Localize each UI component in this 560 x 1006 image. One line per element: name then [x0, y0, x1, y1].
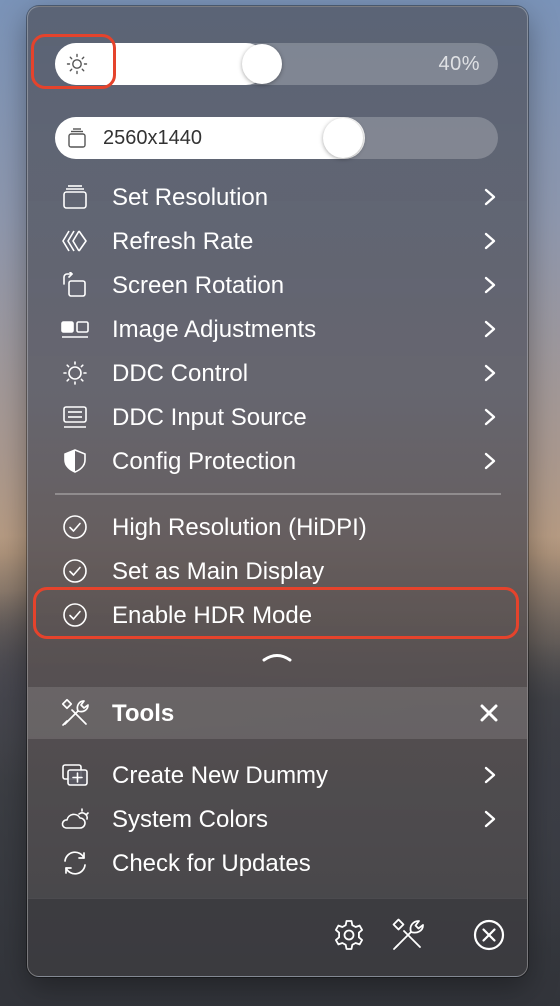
quit-icon[interactable] — [471, 917, 507, 953]
chevron-right-icon — [484, 276, 496, 294]
toggle-label: Set as Main Display — [112, 558, 325, 585]
tools-icon — [61, 698, 89, 726]
shield-icon — [64, 449, 86, 473]
image-adjust-icon — [61, 321, 89, 338]
tools-title: Tools — [112, 700, 175, 727]
gear-icon[interactable] — [331, 917, 367, 953]
input-source-icon — [63, 406, 87, 428]
refresh-icon — [64, 851, 86, 875]
display-stack-icon — [63, 185, 87, 209]
chevron-up-icon[interactable] — [261, 649, 293, 663]
brightness-percent: 40% — [438, 53, 480, 75]
menu-divider — [55, 493, 501, 495]
tools-icon[interactable] — [390, 917, 426, 953]
resolution-knob[interactable] — [323, 118, 363, 158]
chevron-right-icon — [484, 364, 496, 382]
menu-item-label: DDC Input Source — [112, 404, 307, 431]
check-circle-icon — [63, 559, 87, 583]
menu-item-label: System Colors — [112, 806, 269, 833]
menu-item-screen-rotation[interactable]: Screen Rotation — [28, 263, 527, 307]
sun-icon — [66, 53, 88, 75]
resolution-value: 2560x1440 — [103, 127, 202, 149]
display-menu-panel: 40% 2560x1440 Set Resolution Refresh Rat… — [27, 6, 528, 977]
ddc-sun-icon — [63, 361, 87, 385]
tools-section-header: Tools — [28, 687, 527, 739]
close-icon[interactable] — [480, 704, 498, 722]
menu-item-system-colors[interactable]: System Colors — [28, 797, 527, 841]
menu-item-label: Screen Rotation — [112, 272, 285, 299]
menu-item-ddc-control[interactable]: DDC Control — [28, 351, 527, 395]
resolution-slider[interactable]: 2560x1440 — [55, 117, 498, 159]
check-circle-icon — [63, 515, 87, 539]
rotation-icon — [63, 272, 86, 297]
toggle-label: High Resolution (HiDPI) — [112, 514, 367, 541]
chevron-right-icon — [484, 408, 496, 426]
toggle-label: Enable HDR Mode — [112, 602, 313, 629]
menu-item-label: Refresh Rate — [112, 228, 254, 255]
chevron-right-icon — [484, 232, 496, 250]
brightness-slider[interactable]: 40% — [55, 43, 498, 85]
cloud-sun-icon — [61, 808, 89, 829]
menu-item-refresh-rate[interactable]: Refresh Rate — [28, 219, 527, 263]
toggle-main-display[interactable]: Set as Main Display — [28, 549, 527, 593]
menu-item-set-resolution[interactable]: Set Resolution — [28, 175, 527, 219]
chevron-right-icon — [484, 188, 496, 206]
menu-item-config-protection[interactable]: Config Protection — [28, 439, 527, 483]
display-stack-icon — [68, 128, 86, 148]
menu-item-label: Config Protection — [112, 448, 297, 475]
menu-item-label: DDC Control — [112, 360, 249, 387]
menu-item-label: Create New Dummy — [112, 762, 329, 789]
menu-item-label: Image Adjustments — [112, 316, 317, 343]
refresh-rate-icon — [62, 230, 87, 252]
chevron-right-icon — [484, 452, 496, 470]
footer-toolbar — [28, 898, 527, 976]
resolution-fill — [55, 117, 365, 159]
chevron-right-icon — [484, 320, 496, 338]
menu-item-label: Set Resolution — [112, 184, 269, 211]
add-display-icon — [62, 764, 88, 786]
menu-item-check-for-updates[interactable]: Check for Updates — [28, 841, 527, 885]
menu-item-ddc-input-source[interactable]: DDC Input Source — [28, 395, 527, 439]
menu-item-label: Check for Updates — [112, 850, 311, 877]
toggle-hdr-mode[interactable]: Enable HDR Mode — [28, 593, 527, 637]
chevron-right-icon — [484, 810, 496, 828]
menu-item-create-new-dummy[interactable]: Create New Dummy — [28, 753, 527, 797]
brightness-knob[interactable] — [242, 44, 282, 84]
chevron-right-icon — [484, 766, 496, 784]
check-circle-icon — [63, 603, 87, 627]
toggle-hidpi[interactable]: High Resolution (HiDPI) — [28, 505, 527, 549]
menu-item-image-adjustments[interactable]: Image Adjustments — [28, 307, 527, 351]
